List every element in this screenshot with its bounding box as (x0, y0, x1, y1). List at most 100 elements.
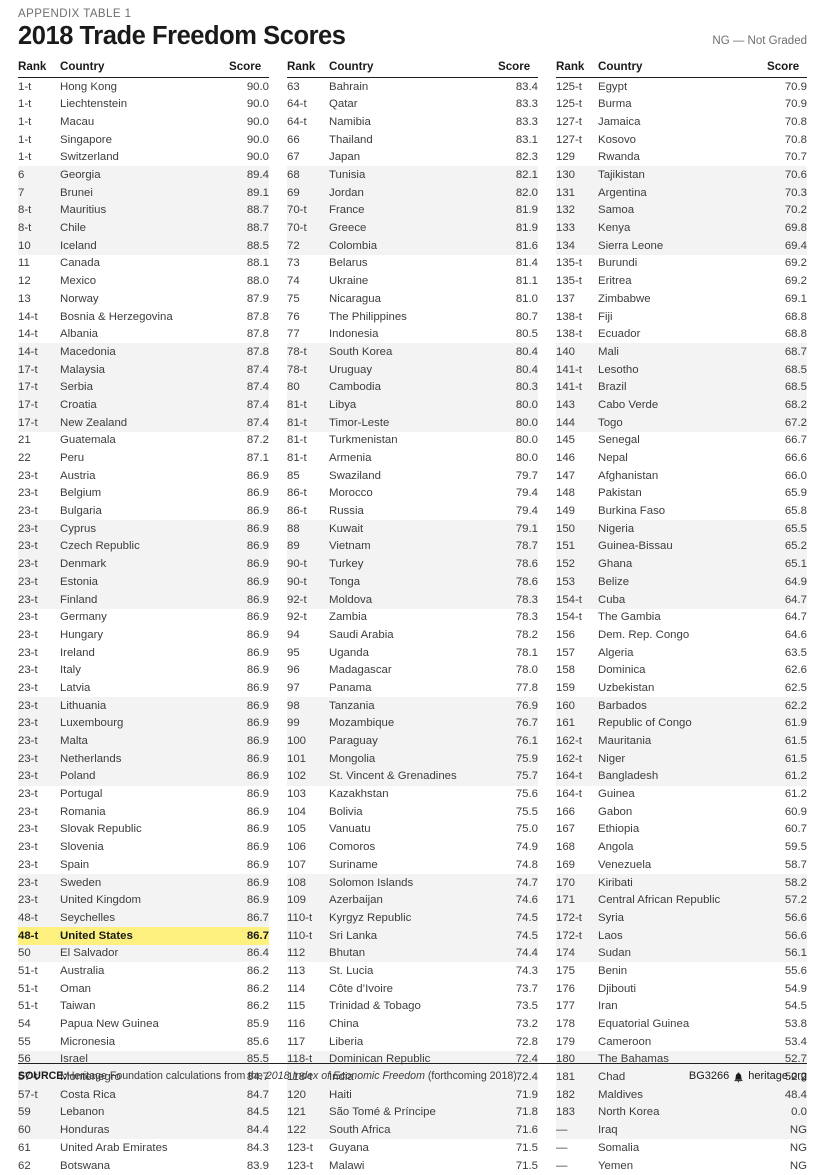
cell-score: 86.4 (229, 944, 269, 963)
table-row: 74 Ukraine 81.1 (287, 273, 538, 291)
table-row: 141-t Lesotho 68.5 (556, 361, 807, 379)
cell-country: United States (60, 927, 229, 945)
table-row: 23-t Cyprus 86.9 (18, 520, 269, 538)
cell-score: 80.4 (498, 343, 538, 362)
cell-score: 73.7 (515, 982, 538, 995)
cell-rank: 97 (287, 681, 300, 694)
table-row: 85 Swaziland 79.7 (287, 467, 538, 485)
table-row: 154-t The Gambia 64.7 (556, 609, 807, 627)
cell-rank: 14-t (18, 328, 38, 341)
table-row: 178 Equatorial Guinea 53.8 (556, 1015, 807, 1033)
cell-country: Jordan (329, 184, 498, 202)
cell-score: 74.5 (498, 909, 538, 928)
cell-country: Chile (60, 219, 229, 238)
cell-rank: 21 (18, 434, 31, 447)
cell-rank: 164-t (556, 788, 582, 801)
column-header-rank: Rank (556, 60, 598, 79)
cell-rank: 133 (556, 219, 598, 238)
table-row: 77 Indonesia 80.5 (287, 326, 538, 344)
cell-rank: 55 (18, 1035, 31, 1048)
cell-score: 81.9 (498, 219, 538, 238)
cell-rank: 1-t (18, 115, 32, 128)
cell-score: 68.8 (784, 328, 807, 341)
cell-rank: 130 (556, 166, 598, 185)
cell-rank: 116 (287, 1018, 306, 1031)
liberty-bell-icon (733, 1072, 744, 1083)
cell-rank: 23-t (18, 628, 38, 641)
table-row: 78-t South Korea 80.4 (287, 343, 538, 362)
cell-country: Costa Rica (60, 1086, 229, 1104)
cell-rank: 23-t (18, 487, 38, 500)
cell-country: United Kingdom (60, 891, 229, 910)
cell-country: Kosovo (598, 133, 636, 146)
cell-rank: 6 (18, 166, 60, 185)
cell-rank: 23-t (18, 537, 60, 556)
table-row: 132 Samoa 70.2 (556, 201, 807, 220)
cell-rank: 81-t (287, 434, 307, 447)
table-row: 107 Suriname 74.8 (287, 856, 538, 874)
cell-score: 85.9 (246, 1018, 269, 1031)
table-row: 23-t Bulgaria 86.9 (18, 503, 269, 521)
table-row: 6 Georgia 89.4 (18, 166, 269, 185)
cell-score: 58.2 (767, 873, 807, 892)
table-row: 67 Japan 82.3 (287, 149, 538, 167)
table-row: 156 Dem. Rep. Congo 64.6 (556, 626, 807, 644)
cell-rank: 64-t (287, 115, 307, 128)
cell-score: 90.0 (246, 98, 269, 111)
cell-country: Mexico (60, 275, 97, 288)
cell-rank: 67 (287, 151, 300, 164)
cell-score: 83.3 (515, 98, 538, 111)
cell-score: 86.2 (246, 964, 269, 977)
table-row: 17-t Malaysia 87.4 (18, 361, 269, 379)
table-row: 78-t Uruguay 80.4 (287, 361, 538, 379)
cell-score: 86.9 (229, 555, 269, 574)
table-row: 66 Thailand 83.1 (287, 131, 538, 149)
cell-score: 83.1 (515, 133, 538, 146)
cell-rank: 23-t (18, 590, 60, 609)
cell-score: 78.6 (498, 555, 538, 574)
table-row: 98 Tanzania 76.9 (287, 697, 538, 715)
cell-score: NG (789, 1141, 807, 1154)
table-row: 108 Solomon Islands 74.7 (287, 873, 538, 892)
cell-country: Haiti (329, 1086, 498, 1104)
cell-country: Liechtenstein (60, 98, 128, 111)
table-row: 158 Dominica 62.6 (556, 662, 807, 680)
cell-score: 68.5 (767, 361, 807, 379)
table-row: 23-t Denmark 86.9 (18, 555, 269, 574)
cell-rank: 23-t (18, 646, 38, 659)
cell-rank: 1-t (18, 98, 32, 111)
cell-score: 61.2 (767, 767, 807, 786)
cell-rank: 51-t (18, 964, 38, 977)
table-row: 1-t Singapore 90.0 (18, 131, 269, 149)
cell-rank: 154-t (556, 590, 598, 609)
cell-country: Bolivia (329, 805, 363, 818)
cell-score: 86.9 (246, 487, 269, 500)
cell-rank: 125-t (556, 98, 582, 111)
cell-score: 72.8 (515, 1035, 538, 1048)
cell-score: 69.4 (767, 237, 807, 255)
cell-country: Niger (598, 750, 767, 768)
table-row: 147 Afghanistan 66.0 (556, 467, 807, 485)
cell-country: Greece (329, 219, 498, 238)
cell-country: Seychelles (60, 909, 229, 928)
table-row: 10 Iceland 88.5 (18, 237, 269, 255)
cell-country: Oman (60, 982, 92, 995)
cell-country: The Philippines (329, 310, 407, 323)
table-row: 161 Republic of Congo 61.9 (556, 714, 807, 733)
cell-country: Japan (329, 151, 361, 164)
table-row: 113 St. Lucia 74.3 (287, 962, 538, 980)
cell-score: 75.7 (498, 767, 538, 786)
cell-rank: 81-t (287, 414, 329, 432)
cell-score: 56.6 (767, 909, 807, 928)
cell-country: Macedonia (60, 343, 229, 362)
table-row: 129 Rwanda 70.7 (556, 149, 807, 167)
cell-rank: 110-t (287, 927, 329, 945)
table-row: 50 El Salvador 86.4 (18, 944, 269, 963)
table-row: 23-t Netherlands 86.9 (18, 750, 269, 768)
cell-rank: 23-t (18, 469, 38, 482)
table-row: 120 Haiti 71.9 (287, 1086, 538, 1104)
cell-rank: 72 (287, 237, 329, 255)
table-row: 153 Belize 64.9 (556, 573, 807, 591)
table-row: 48-t United States 86.7 (18, 927, 269, 945)
table-row: 123-t Guyana 71.5 (287, 1139, 538, 1157)
